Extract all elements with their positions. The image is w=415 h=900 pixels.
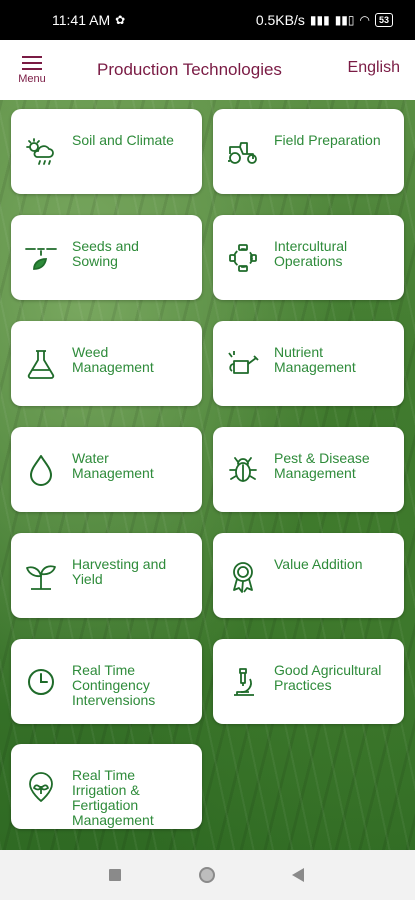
tile-water-management[interactable]: Water Management: [11, 427, 202, 512]
cycle-icon: [226, 241, 260, 275]
app-header: Menu Production Technologies English: [0, 40, 415, 100]
tile-nutrient-management[interactable]: Nutrient Management: [213, 321, 404, 406]
tile-intercultural-operations[interactable]: Intercultural Operations: [213, 215, 404, 300]
tile-value-addition[interactable]: Value Addition: [213, 533, 404, 618]
hamburger-icon: [22, 56, 42, 70]
status-bar: 11:41 AM ✿ 0.5KB/s ▮▮▮ ▮▮▯ ◠ 53: [0, 0, 415, 40]
status-indicators: 0.5KB/s ▮▮▮ ▮▮▯ ◠ 53: [256, 12, 393, 28]
tile-good-agricultural-practices[interactable]: Good Agricultural Practices: [213, 639, 404, 724]
tile-label: Value Addition: [274, 556, 363, 572]
page-title: Production Technologies: [97, 60, 282, 79]
tile-label: Real Time Irrigation & Fertigation Manag…: [72, 767, 154, 828]
tile-field-preparation[interactable]: Field Preparation: [213, 109, 404, 194]
clock-icon: [24, 665, 58, 699]
tile-weed-management[interactable]: Weed Management: [11, 321, 202, 406]
signal-icon-2: ▮▮▯: [334, 13, 355, 27]
tractor-icon: [226, 135, 260, 169]
tile-seeds-sowing[interactable]: Seeds and Sowing: [11, 215, 202, 300]
tile-label: Good Agricultural Practices: [274, 662, 382, 693]
menu-label: Menu: [18, 73, 46, 85]
tile-label: Seeds and Sowing: [72, 238, 139, 269]
tile-label: Nutrient Management: [274, 344, 356, 375]
microscope-icon: [226, 665, 260, 699]
irrigation-icon: [24, 770, 58, 804]
watering-can-icon: [226, 347, 260, 381]
award-icon: [226, 559, 260, 593]
system-nav-bar: [0, 850, 415, 900]
home-icon[interactable]: [198, 866, 216, 884]
tile-label: Field Preparation: [274, 132, 381, 148]
tile-label: Intercultural Operations: [274, 238, 348, 269]
tile-label: Harvesting and Yield: [72, 556, 167, 587]
tile-harvesting-yield[interactable]: Harvesting and Yield: [11, 533, 202, 618]
status-time: 11:41 AM: [52, 12, 111, 28]
settings-gear-icon: ✿: [115, 13, 126, 27]
language-toggle[interactable]: English: [348, 59, 400, 77]
back-icon[interactable]: [292, 868, 304, 882]
tile-label: Weed Management: [72, 344, 154, 375]
flask-icon: [24, 347, 58, 381]
menu-button[interactable]: Menu: [7, 40, 57, 100]
soil-climate-icon: [24, 135, 58, 169]
water-drop-icon: [24, 453, 58, 487]
tile-label: Soil and Climate: [72, 132, 174, 148]
network-speed: 0.5KB/s: [255, 12, 305, 28]
tile-label: Real Time Contingency Intervensions: [72, 662, 156, 708]
wifi-icon: ◠: [359, 13, 370, 27]
bug-icon: [226, 453, 260, 487]
tile-irrigation-fertigation[interactable]: Real Time Irrigation & Fertigation Manag…: [11, 744, 202, 829]
sprout-icon: [24, 559, 58, 593]
tile-label: Pest & Disease Management: [274, 450, 370, 481]
seed-sowing-icon: [24, 241, 58, 275]
tile-grid: Soil and Climate Field Preparation Seeds…: [0, 100, 415, 850]
signal-icon: ▮▮▮: [309, 13, 330, 27]
tile-pest-disease[interactable]: Pest & Disease Management: [213, 427, 404, 512]
tile-soil-climate[interactable]: Soil and Climate: [11, 109, 202, 194]
recent-apps-icon[interactable]: [109, 869, 121, 881]
status-time-group: 11:41 AM ✿: [52, 12, 125, 28]
battery-icon: 53: [374, 13, 393, 27]
tile-contingency-interventions[interactable]: Real Time Contingency Intervensions: [11, 639, 202, 724]
tile-label: Water Management: [72, 450, 154, 481]
